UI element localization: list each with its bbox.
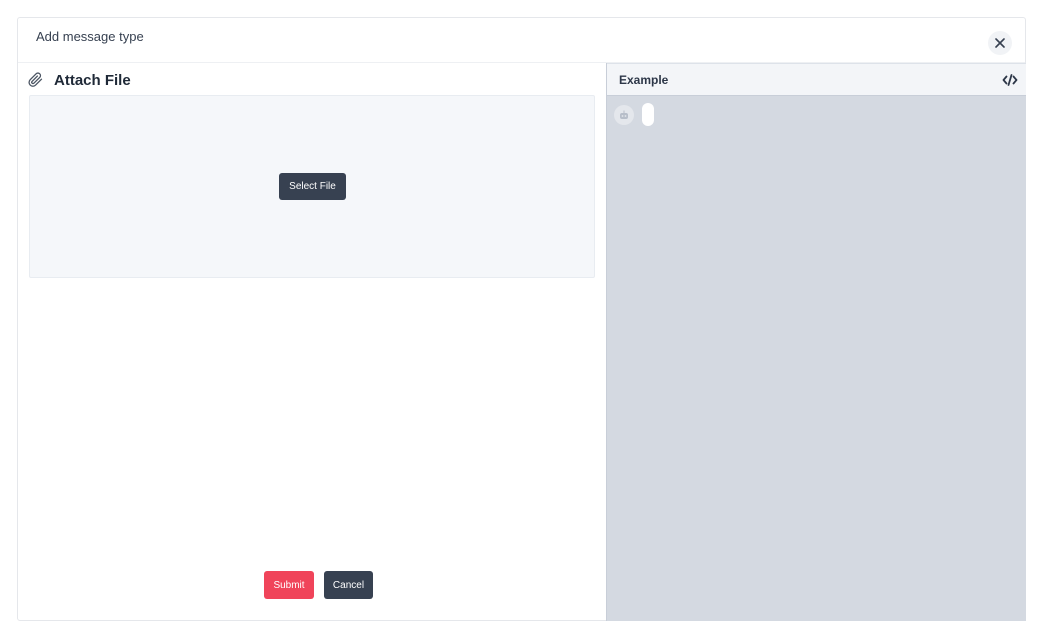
- attach-file-heading: Attach File: [28, 70, 131, 90]
- bot-icon: [620, 110, 628, 119]
- bot-avatar: [614, 105, 634, 125]
- modal-header: Add message type: [18, 18, 1025, 63]
- attach-file-pane: Attach File Select File Submit Cancel: [18, 63, 606, 621]
- paperclip-icon: [28, 72, 43, 87]
- modal-title: Add message type: [36, 29, 144, 44]
- submit-button[interactable]: Submit: [264, 571, 314, 599]
- example-header: Example: [607, 63, 1026, 96]
- close-button[interactable]: [988, 31, 1012, 55]
- message-preview-bubble: [642, 103, 654, 126]
- example-preview-pane: Example: [606, 63, 1026, 621]
- cancel-button[interactable]: Cancel: [324, 571, 373, 599]
- attach-file-title: Attach File: [54, 71, 131, 89]
- close-icon: [995, 38, 1005, 48]
- code-toggle-button[interactable]: [1001, 72, 1019, 88]
- file-dropzone[interactable]: Select File: [29, 95, 595, 278]
- example-title: Example: [619, 73, 669, 87]
- add-message-type-modal: Add message type Attach File Select File…: [17, 17, 1026, 621]
- code-icon: [1002, 74, 1018, 86]
- select-file-button[interactable]: Select File: [279, 173, 346, 200]
